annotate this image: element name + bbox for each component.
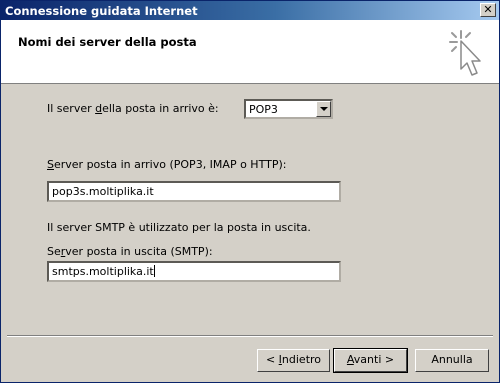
outgoing-server-label: Server posta in uscita (SMTP): xyxy=(47,245,213,258)
smtp-note: Il server SMTP è utilizzato per la posta… xyxy=(47,221,311,234)
text-caret xyxy=(153,265,155,277)
incoming-server-label: Server posta in arrivo (POP3, IMAP o HTT… xyxy=(47,158,287,171)
incoming-type-select[interactable]: POP3 xyxy=(244,99,333,119)
outgoing-server-value: smtps.moltiplika.it xyxy=(52,265,155,278)
footer-divider xyxy=(7,335,493,337)
close-button[interactable]: ✕ xyxy=(480,3,496,17)
incoming-type-value: POP3 xyxy=(249,103,278,116)
next-button[interactable]: Avanti > xyxy=(333,348,408,373)
chevron-down-icon[interactable] xyxy=(316,101,331,117)
wizard-header: Nomi dei server della posta xyxy=(1,20,499,84)
title-bar[interactable]: Connessione guidata Internet ✕ xyxy=(1,1,499,20)
wizard-window: Connessione guidata Internet ✕ Nomi dei … xyxy=(0,0,500,383)
incoming-type-label: Il server della posta in arrivo è: xyxy=(47,102,219,115)
window-title: Connessione guidata Internet xyxy=(5,4,198,18)
page-title: Nomi dei server della posta xyxy=(18,35,197,49)
wizard-cursor-icon xyxy=(449,30,481,76)
incoming-server-value: pop3s.moltiplika.it xyxy=(52,185,154,198)
cancel-button[interactable]: Annulla xyxy=(415,349,489,372)
outgoing-server-input[interactable]: smtps.moltiplika.it xyxy=(47,261,341,282)
incoming-server-input[interactable]: pop3s.moltiplika.it xyxy=(47,181,341,202)
back-button[interactable]: < Indietro xyxy=(257,349,330,372)
